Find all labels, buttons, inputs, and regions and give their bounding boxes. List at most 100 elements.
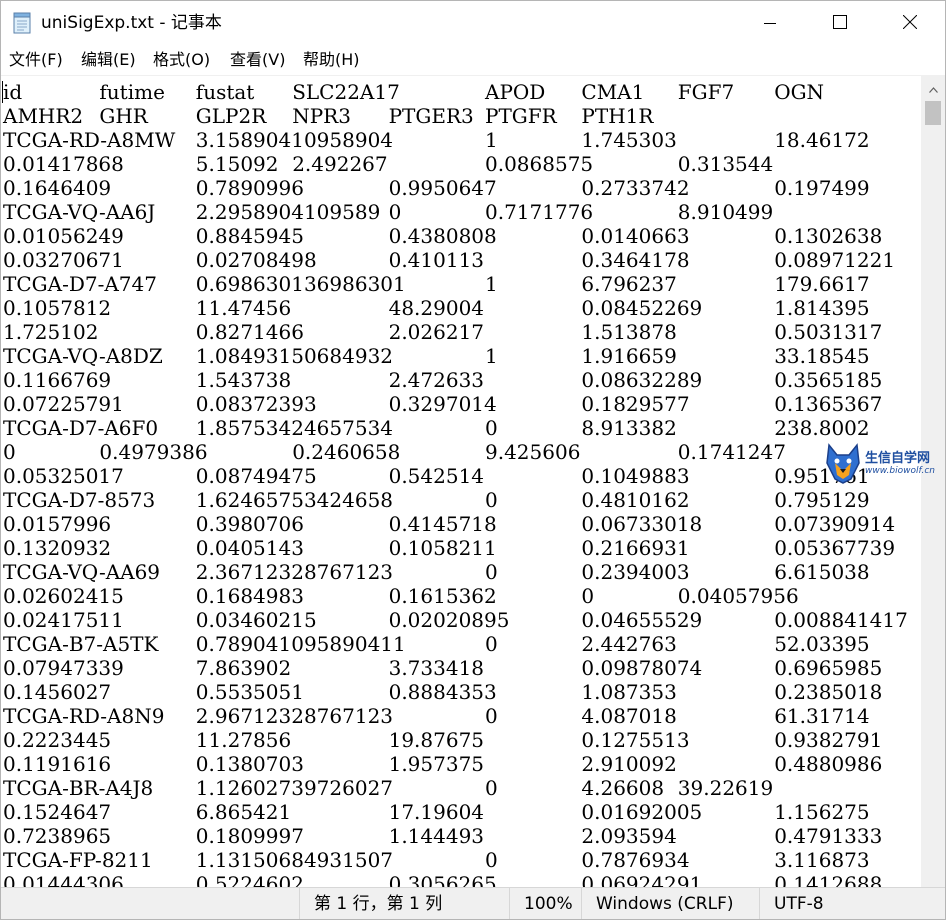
text-field: 0.1049883 xyxy=(581,464,690,488)
title-bar[interactable]: uniSigExp.txt - 记事本 xyxy=(1,1,945,45)
text-field: 0.08372393 xyxy=(195,392,317,416)
text-field: 2.026217 xyxy=(388,320,485,344)
text-field: TCGA-RD-A8N9 xyxy=(3,704,165,728)
menu-view[interactable]: 查看(V) xyxy=(230,50,285,70)
text-field: 0.07390914 xyxy=(774,512,896,536)
text-field: 1.13150684931507 xyxy=(195,848,394,872)
text-field: 0.03270671 xyxy=(3,248,124,272)
text-field: SLC22A17 xyxy=(292,80,400,104)
text-field: 0.6965985 xyxy=(774,656,883,680)
text-field: 0.5031317 xyxy=(774,320,883,344)
text-field: 0.5224602 xyxy=(195,872,304,888)
text-field: 2.36712328767123 xyxy=(195,560,394,584)
text-field: OGN xyxy=(774,80,825,104)
status-cursor-position: 第 1 行，第 1 列 xyxy=(299,888,509,919)
text-field: 0.01417868 xyxy=(3,152,124,176)
text-field: 11.47456 xyxy=(195,296,292,320)
menu-edit[interactable]: 编辑(E) xyxy=(81,50,136,70)
text-field: 0.04655529 xyxy=(581,608,703,632)
text-field: 0.05367739 xyxy=(774,536,896,560)
text-field: 0.7171776 xyxy=(485,200,594,224)
text-field: 1 xyxy=(485,272,498,296)
menu-help[interactable]: 帮助(H) xyxy=(303,50,360,70)
text-field: 2.96712328767123 xyxy=(195,704,394,728)
text-field: 0.08452269 xyxy=(581,296,703,320)
text-field: 0.06733018 xyxy=(581,512,703,536)
text-field: 2.442763 xyxy=(581,632,677,656)
text-field: 2.093594 xyxy=(581,824,677,848)
text-field: 7.863902 xyxy=(195,656,292,680)
menu-file[interactable]: 文件(F) xyxy=(9,50,63,70)
text-field: 0.2394003 xyxy=(581,560,690,584)
text-field: fustat xyxy=(195,80,255,104)
text-field: 0 xyxy=(485,704,498,728)
text-field: 0.07225791 xyxy=(3,392,124,416)
text-field: PTGFR xyxy=(485,104,557,128)
text-field: 0.2733742 xyxy=(581,176,690,200)
text-field: GLP2R xyxy=(195,104,267,128)
text-field: 6.615038 xyxy=(774,560,870,584)
text-field: 0.01692005 xyxy=(581,800,703,824)
scroll-up-button[interactable] xyxy=(921,75,945,99)
text-field: 0.1275513 xyxy=(581,728,690,752)
text-field: id xyxy=(3,80,23,104)
text-field: 1 xyxy=(485,128,498,152)
text-field: 18.46172 xyxy=(774,128,870,152)
text-field: 17.19604 xyxy=(388,800,485,824)
text-field: 0.8845945 xyxy=(195,224,304,248)
close-icon xyxy=(902,14,918,33)
text-field: 2.910092 xyxy=(581,752,677,776)
text-field: TCGA-VQ-AA6J xyxy=(3,200,156,224)
text-field: FGF7 xyxy=(677,80,735,104)
text-field: 0.0140663 xyxy=(581,224,690,248)
text-field: 0.4880986 xyxy=(774,752,883,776)
text-field: 0.1524647 xyxy=(3,800,112,824)
text-field: APOD xyxy=(485,80,546,104)
text-field: 4.26608 xyxy=(581,776,665,800)
text-field: 1.957375 xyxy=(388,752,485,776)
text-field: 1.156275 xyxy=(774,800,870,824)
text-field: 0.08632289 xyxy=(581,368,703,392)
minimize-button[interactable] xyxy=(735,1,805,45)
text-field: 9.425606 xyxy=(485,440,581,464)
text-field: 0.9950647 xyxy=(388,176,497,200)
window-title: uniSigExp.txt - 记事本 xyxy=(41,13,222,33)
text-field: 0.3464178 xyxy=(581,248,690,272)
text-field: 0.789041095890411 xyxy=(195,632,406,656)
text-field: 0.1302638 xyxy=(774,224,883,248)
close-button[interactable] xyxy=(875,1,945,45)
text-field: 52.03395 xyxy=(774,632,870,656)
text-field: 0.0157996 xyxy=(3,512,112,536)
text-field: 0.1380703 xyxy=(195,752,304,776)
text-field: 0.08971221 xyxy=(774,248,896,272)
text-field: 0 xyxy=(485,776,498,800)
text-field: 0.1365367 xyxy=(774,392,883,416)
status-line-ending: Windows (CRLF) xyxy=(581,888,759,919)
text-field: 1.62465753424658 xyxy=(195,488,394,512)
text-field: 0.4979386 xyxy=(99,440,208,464)
maximize-button[interactable] xyxy=(805,1,875,45)
text-field: 1.12602739726027 xyxy=(195,776,394,800)
text-editor[interactable]: id futime fustat SLC22A17 APOD CMA1 FGF7 OGN AMH… xyxy=(1,75,921,888)
text-field: 0 xyxy=(3,440,16,464)
text-field: 0.03460215 xyxy=(195,608,317,632)
text-field: 0.1191616 xyxy=(3,752,112,776)
text-field: TCGA-D7-A6F0 xyxy=(3,416,159,440)
text-field: 0.8271466 xyxy=(195,320,304,344)
text-field: 1.144493 xyxy=(388,824,485,848)
text-field: 0.3297014 xyxy=(388,392,497,416)
text-field: 0.09878074 xyxy=(581,656,703,680)
text-field: 0.02708498 xyxy=(195,248,317,272)
scrollbar-thumb[interactable] xyxy=(925,101,941,125)
text-field: 0 xyxy=(581,584,595,608)
text-field: 1 xyxy=(485,344,498,368)
text-field: 4.087018 xyxy=(581,704,677,728)
menu-format[interactable]: 格式(O) xyxy=(153,50,210,70)
text-field: 0.8884353 xyxy=(388,680,497,704)
text-field: 0.7238965 xyxy=(3,824,112,848)
text-field: 6.865421 xyxy=(195,800,292,824)
text-field: 19.87675 xyxy=(388,728,485,752)
text-field: 2.472633 xyxy=(388,368,485,392)
fox-logo-icon xyxy=(823,441,863,491)
text-field: 0.02417511 xyxy=(3,608,124,632)
